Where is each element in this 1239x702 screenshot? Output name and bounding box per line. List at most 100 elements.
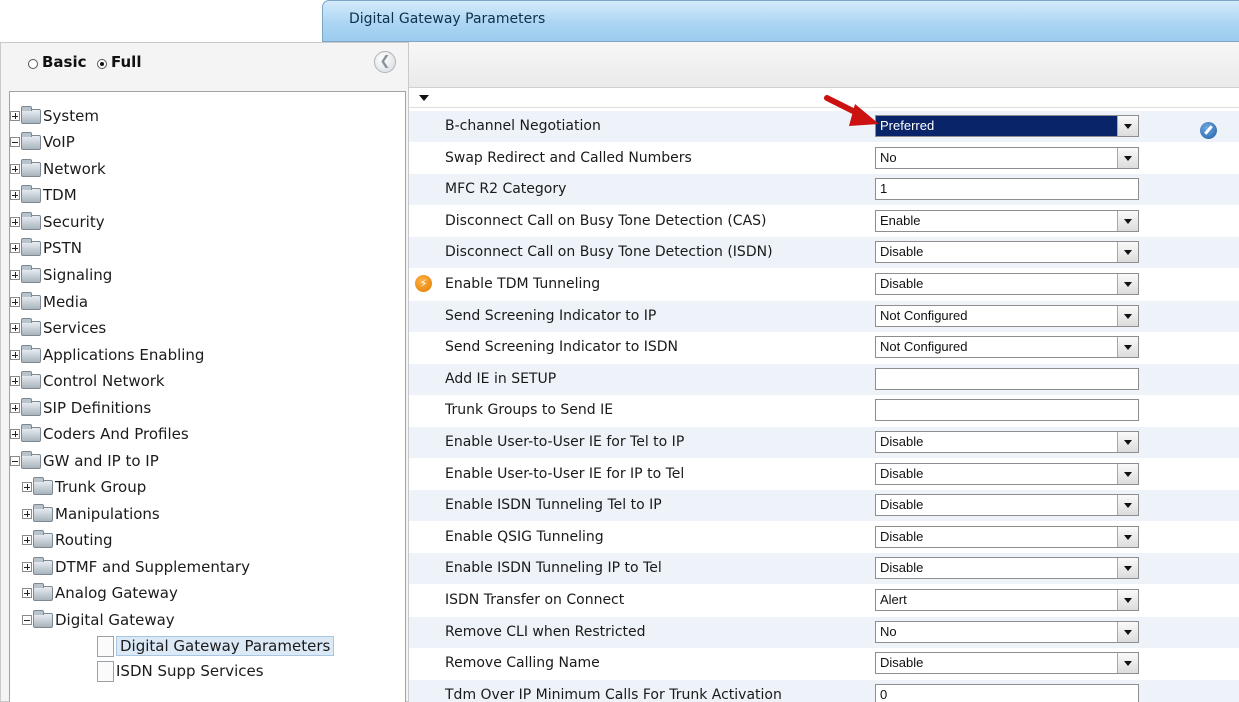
parameter-row: Remove CLI when Restricted No (409, 616, 1239, 648)
parameter-select[interactable]: Disable (875, 462, 1139, 485)
expand-icon[interactable] (10, 190, 20, 200)
dropdown-arrow-icon[interactable] (1124, 124, 1132, 129)
tree-item-tdm[interactable]: TDM (10, 182, 77, 208)
parameter-label: Enable User-to-User IE for Tel to IP (445, 434, 685, 450)
tree-item-security[interactable]: Security (10, 209, 105, 235)
expand-icon[interactable] (10, 376, 20, 386)
pencil-icon[interactable] (1200, 122, 1217, 139)
dropdown-arrow-icon[interactable] (1124, 250, 1132, 256)
collapse-section-icon[interactable] (419, 95, 429, 101)
dropdown-arrow-icon[interactable] (1124, 566, 1132, 572)
expand-icon[interactable] (10, 350, 20, 360)
tree-item-manipulations[interactable]: Manipulations (22, 501, 160, 527)
parameter-select[interactable]: No (875, 620, 1139, 643)
collapse-panel-button[interactable]: ❮ (374, 51, 396, 73)
tree-item-network[interactable]: Network (10, 156, 106, 182)
tree-item-voip[interactable]: VoIP (10, 129, 75, 155)
tree-item-routing[interactable]: Routing (22, 527, 113, 553)
collapse-icon[interactable] (22, 615, 32, 625)
parameter-select[interactable]: Not Configured (875, 304, 1139, 327)
parameter-select[interactable]: Disable (875, 241, 1139, 264)
tree-item-services[interactable]: Services (10, 315, 106, 341)
dropdown-arrow-icon[interactable] (1124, 218, 1132, 224)
parameter-input[interactable] (875, 399, 1139, 422)
expand-icon[interactable] (10, 111, 20, 121)
expand-icon[interactable] (10, 403, 20, 413)
basic-radio[interactable] (28, 59, 38, 69)
parameter-input[interactable]: 0 (875, 683, 1139, 702)
parameter-label: Trunk Groups to Send IE (445, 402, 614, 419)
tree-item-label: TDM (43, 186, 77, 204)
tree-item-label: Media (43, 293, 89, 311)
tree-item-gw-and-ip-to-ip[interactable]: GW and IP to IP (10, 448, 159, 474)
collapse-icon[interactable] (10, 456, 20, 466)
parameter-input[interactable] (875, 367, 1139, 390)
dropdown-arrow-icon[interactable] (1124, 661, 1132, 667)
parameter-select[interactable]: Disable (875, 494, 1139, 517)
parameter-row: Enable ISDN Tunneling IP to Tel Disable (409, 553, 1239, 585)
expand-icon[interactable] (10, 297, 20, 307)
dropdown-arrow-icon[interactable] (1124, 440, 1132, 445)
expand-icon[interactable] (22, 482, 32, 492)
collapse-icon[interactable] (10, 137, 20, 147)
parameter-row: Add IE in SETUP (409, 363, 1239, 395)
tree-item-sip-definitions[interactable]: SIP Definitions (10, 395, 151, 421)
tree-item-trunk-group[interactable]: Trunk Group (22, 474, 146, 500)
dropdown-arrow-icon[interactable] (1124, 534, 1132, 540)
parameter-select[interactable]: Not Configured (875, 336, 1139, 359)
tree-item-control-network[interactable]: Control Network (10, 368, 165, 394)
tree-item-coders-and-profiles[interactable]: Coders And Profiles (10, 421, 189, 447)
dropdown-arrow-icon[interactable] (1124, 313, 1132, 319)
page-icon (97, 635, 114, 657)
parameter-select[interactable]: Enable (875, 209, 1139, 232)
parameter-select[interactable]: Disable (875, 525, 1139, 548)
parameter-select[interactable]: Disable (875, 557, 1139, 580)
dropdown-arrow-icon[interactable] (1124, 471, 1132, 477)
expand-icon[interactable] (22, 509, 32, 519)
tree-item-digital-gateway[interactable]: Digital Gateway (22, 607, 175, 633)
expand-icon[interactable] (22, 535, 32, 545)
dropdown-arrow-icon[interactable] (1124, 282, 1132, 287)
parameter-row: Enable TDM Tunneling Disable (409, 269, 1239, 300)
parameter-row: Tdm Over IP Minimum Calls For Trunk Acti… (409, 679, 1239, 702)
dropdown-arrow-icon[interactable] (1124, 629, 1132, 635)
parameter-select[interactable]: No (875, 146, 1139, 169)
page-title-bar: Digital Gateway Parameters (322, 0, 1239, 42)
dropdown-arrow-icon[interactable] (1124, 598, 1132, 603)
tree-item-digital-gateway-parameters[interactable]: Digital Gateway Parameters (97, 633, 335, 659)
parameter-select[interactable]: Disable (875, 273, 1139, 295)
expand-icon[interactable] (10, 217, 20, 227)
folder-icon (21, 131, 41, 150)
dropdown-arrow-icon[interactable] (1124, 345, 1132, 351)
parameter-select[interactable]: Preferred (875, 115, 1139, 137)
tree-item-label: ISDN Supp Services (116, 662, 264, 680)
parameter-input[interactable]: 1 (875, 178, 1139, 201)
parameter-row: Remove Calling Name Disable (409, 648, 1239, 679)
parameter-select[interactable]: Disable (875, 652, 1139, 675)
dropdown-arrow-icon[interactable] (1124, 503, 1132, 509)
expand-icon[interactable] (10, 270, 20, 280)
expand-icon[interactable] (10, 429, 20, 439)
tree-item-isdn-supp-services[interactable]: ISDN Supp Services (97, 658, 264, 684)
tree-item-analog-gateway[interactable]: Analog Gateway (22, 580, 178, 606)
tree-item-dtmf-and-supplementary[interactable]: DTMF and Supplementary (22, 554, 250, 580)
parameter-select[interactable]: Alert (875, 589, 1139, 611)
tree-item-label: Analog Gateway (55, 584, 178, 602)
tree-item-system[interactable]: System (10, 103, 99, 129)
expand-icon[interactable] (10, 164, 20, 174)
tree-item-signaling[interactable]: Signaling (10, 262, 112, 288)
tree-item-pstn[interactable]: PSTN (10, 235, 82, 261)
expand-icon[interactable] (22, 588, 32, 598)
parameter-select[interactable]: Disable (875, 431, 1139, 453)
tree-item-media[interactable]: Media (10, 289, 88, 315)
page-icon (97, 660, 114, 682)
parameter-value: Alert (880, 592, 907, 607)
full-radio[interactable] (97, 59, 107, 69)
expand-icon[interactable] (10, 323, 20, 333)
expand-icon[interactable] (10, 243, 20, 253)
parameter-row: Send Screening Indicator to IP Not Config… (409, 300, 1239, 332)
expand-icon[interactable] (22, 562, 32, 572)
tree-item-applications-enabling[interactable]: Applications Enabling (10, 342, 204, 368)
parameter-value: Not Configured (880, 307, 968, 323)
dropdown-arrow-icon[interactable] (1124, 155, 1132, 161)
